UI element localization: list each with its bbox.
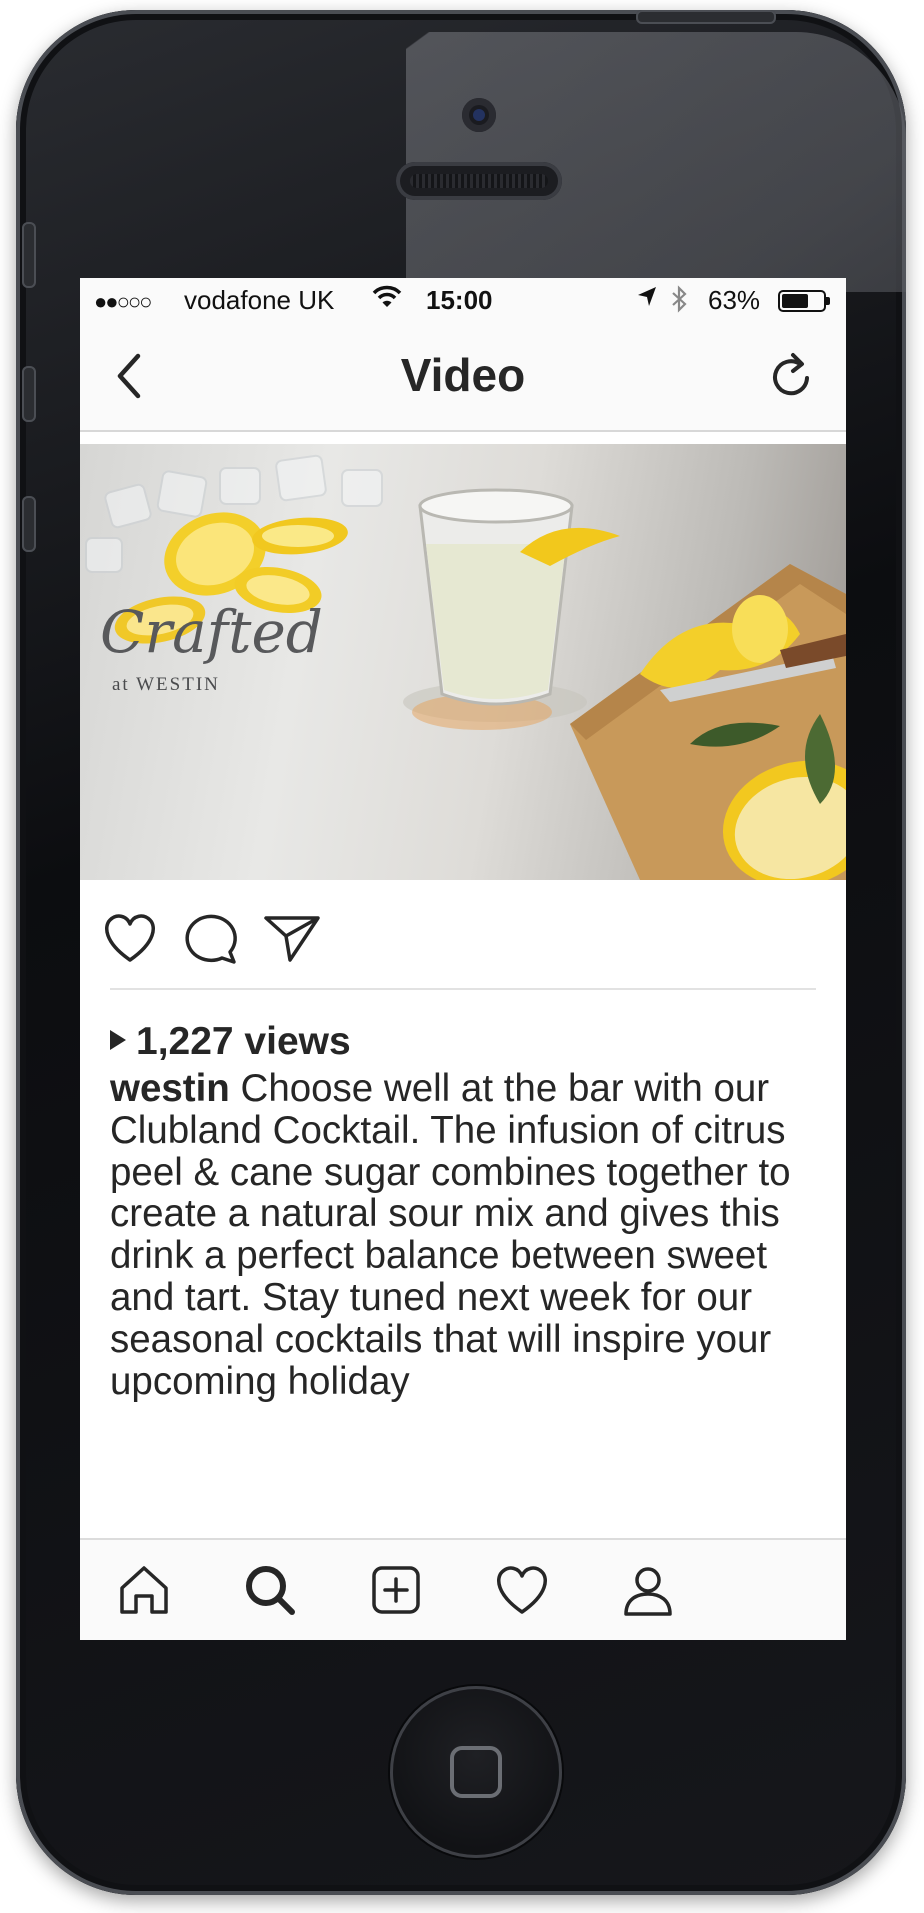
screen: ●●○○○ vodafone UK 15:00 63% Video Crafte… — [80, 278, 846, 1640]
power-button — [636, 10, 776, 24]
send-icon[interactable] — [262, 910, 322, 966]
actions-divider — [110, 988, 816, 990]
search-icon[interactable] — [240, 1560, 300, 1620]
home-button[interactable] — [390, 1686, 562, 1858]
westin-logo-text: at WESTIN — [112, 674, 220, 695]
front-camera — [462, 98, 496, 132]
post-actions — [80, 880, 846, 990]
crafted-script-logo: Crafted — [100, 598, 323, 666]
bluetooth-icon — [670, 285, 688, 320]
caption-username[interactable]: westin — [110, 1067, 230, 1110]
navigation-bar: Video — [80, 324, 846, 432]
volume-up-button — [22, 366, 36, 422]
refresh-icon[interactable] — [766, 352, 816, 402]
view-count-text: 1,227 views — [136, 1020, 351, 1063]
caption-text: Choose well at the bar with our Clubland… — [110, 1067, 791, 1403]
video-player[interactable]: Crafted at WESTIN — [80, 444, 846, 880]
add-post-icon[interactable] — [366, 1560, 426, 1620]
carrier-name: vodafone UK — [184, 285, 335, 315]
location-arrow-icon — [636, 285, 658, 316]
comment-icon[interactable] — [182, 910, 242, 966]
profile-icon[interactable] — [618, 1560, 678, 1620]
volume-down-button — [22, 496, 36, 552]
post-caption: westin Choose well at the bar with our C… — [110, 1068, 820, 1402]
wifi-icon — [372, 284, 402, 317]
heart-icon[interactable] — [100, 910, 160, 966]
page-title: Video — [400, 349, 526, 401]
bottom-tab-bar — [80, 1538, 846, 1640]
signal-strength: ●●○○○ — [94, 289, 152, 314]
battery-percent: 63% — [708, 285, 761, 315]
home-button-square-icon — [450, 1746, 502, 1798]
home-icon[interactable] — [114, 1560, 174, 1620]
play-icon — [110, 1030, 126, 1050]
clock: 15:00 — [426, 285, 493, 315]
earpiece-speaker — [396, 162, 562, 200]
mute-switch — [22, 222, 36, 288]
battery-icon — [778, 290, 830, 312]
activity-heart-icon[interactable] — [492, 1560, 552, 1620]
view-count[interactable]: 1,227 views — [110, 1020, 351, 1064]
status-bar: ●●○○○ vodafone UK 15:00 63% — [80, 278, 846, 324]
video-still-image: Crafted at WESTIN — [85, 454, 846, 880]
